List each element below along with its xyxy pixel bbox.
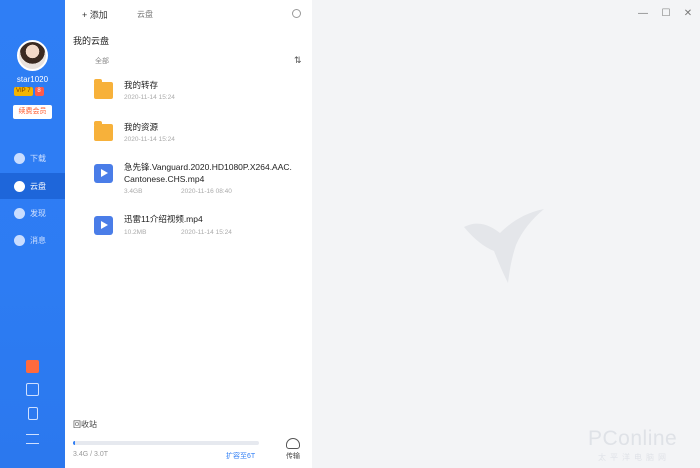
video-file-icon [94, 164, 113, 183]
watermark-sub: 太平洋电脑网 [598, 453, 670, 462]
add-button[interactable]: + 添加 [82, 8, 108, 21]
menu-icon[interactable] [26, 434, 39, 444]
nav-label: 发现 [30, 208, 46, 218]
transfer-button[interactable]: 传输 [279, 438, 307, 461]
file-size: 10.2MB [124, 229, 147, 236]
page-title: 我的云盘 [73, 36, 110, 46]
message-icon [14, 234, 25, 246]
file-date: 2020-11-14 15:24 [124, 136, 175, 143]
maximize-button[interactable]: ☐ [661, 8, 671, 19]
folder-icon [94, 121, 113, 141]
file-date: 2020-11-16 08:40 [181, 188, 232, 195]
nav-label: 下载 [30, 153, 46, 163]
list-item[interactable]: 迅雷11介绍视频.mp4 10.2MB 2020-11-14 15:24 [65, 207, 312, 251]
file-date: 2020-11-14 15:24 [181, 229, 232, 236]
close-button[interactable]: ✕ [683, 8, 693, 19]
cloud-icon [14, 180, 25, 192]
badges: VIP 7 8 [14, 87, 44, 96]
renew-member-button[interactable]: 续费会员 [13, 105, 52, 119]
file-date: 2020-11-14 15:24 [124, 94, 175, 101]
minimize-button[interactable]: — [638, 8, 648, 19]
preview-area: — ☐ ✕ PConline 太平洋电脑网 [312, 0, 700, 468]
username: star1020 [16, 75, 49, 84]
file-name-line2: Cantonese.CHS.mp4 [124, 174, 205, 184]
nav-label: 消息 [30, 235, 46, 245]
compass-icon [14, 207, 25, 219]
quota-bar [73, 441, 259, 445]
quota-fill [73, 441, 76, 445]
download-icon [14, 152, 25, 164]
cloud-transfer-icon [286, 438, 300, 449]
list-item[interactable]: 我的资源 2020-11-14 15:24 [65, 114, 312, 158]
level-badge: 8 [34, 87, 44, 96]
nav-message[interactable]: 消息 [0, 227, 65, 253]
file-name: 我的资源 [124, 122, 159, 132]
file-name: 我的转存 [124, 80, 159, 90]
file-name: 迅雷11介绍视频.mp4 [124, 214, 203, 224]
file-size: 3.4GB [124, 188, 143, 195]
sidebar: star1020 VIP 7 8 续费会员 下载 云盘 发现 消息 [0, 0, 65, 468]
vip-badge: VIP 7 [14, 87, 33, 96]
expand-storage-link[interactable]: 扩容至6T [226, 451, 255, 461]
thunder-bird-logo-icon [464, 209, 544, 283]
file-name-line1: 急先锋.Vanguard.2020.HD1080P.X264.AAC. [124, 162, 292, 172]
nav-download[interactable]: 下载 [0, 145, 65, 171]
filter-all[interactable]: 全部 [95, 56, 109, 66]
search-input[interactable] [137, 7, 295, 21]
recycle-bin-link[interactable]: 回收站 [73, 419, 97, 430]
file-panel: + 添加 我的云盘 全部 ⇅ 我的转存 2020-11-14 15:24 我的资… [65, 0, 312, 468]
quota-text: 3.4G / 3.0T [73, 451, 109, 458]
search-icon[interactable] [292, 9, 301, 18]
watermark-brand: PConline [588, 427, 678, 450]
folder-icon [94, 79, 113, 99]
phone-icon[interactable] [28, 407, 38, 420]
video-file-icon [94, 216, 113, 235]
toolbar: + 添加 [65, 0, 312, 28]
list-item[interactable]: 急先锋.Vanguard.2020.HD1080P.X264.AAC. Cant… [65, 158, 312, 202]
avatar[interactable] [17, 40, 48, 71]
nav-cloud[interactable]: 云盘 [0, 173, 65, 199]
list-item[interactable]: 我的转存 2020-11-14 15:24 [65, 72, 312, 116]
nav-label: 云盘 [30, 181, 46, 191]
sort-icon[interactable]: ⇅ [294, 55, 302, 66]
transfer-label: 传输 [286, 453, 300, 460]
gift-icon[interactable] [26, 360, 39, 373]
camera-icon[interactable] [26, 383, 39, 396]
nav-discover[interactable]: 发现 [0, 200, 65, 226]
